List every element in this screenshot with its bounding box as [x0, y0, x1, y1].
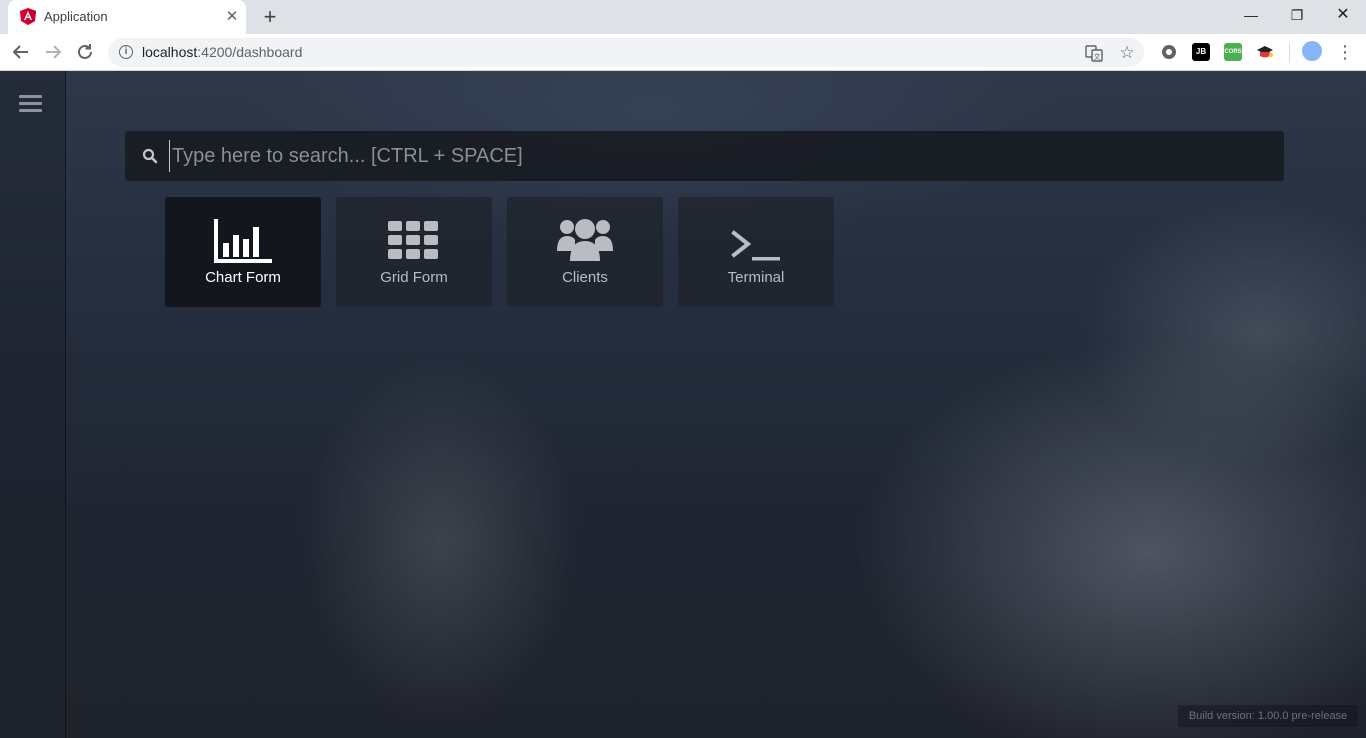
- restore-button[interactable]: ❐: [1274, 0, 1320, 30]
- tile-chart-form[interactable]: Chart Form: [165, 197, 321, 307]
- translate-icon[interactable]: 文: [1085, 44, 1103, 62]
- hamburger-menu-icon[interactable]: [19, 95, 42, 113]
- angular-favicon-icon: [20, 8, 36, 25]
- browser-menu-icon[interactable]: ⋮: [1336, 41, 1354, 63]
- browser-tab[interactable]: Application ✕: [8, 0, 246, 34]
- jb-extension-label: JB: [1195, 47, 1207, 56]
- search-input[interactable]: [169, 140, 1269, 172]
- tile-label: Terminal: [727, 269, 785, 286]
- build-version-label: Build version: 1.00.0 pre-release: [1178, 705, 1358, 727]
- profile-avatar[interactable]: [1302, 41, 1322, 61]
- url-path: :4200/dashboard: [197, 44, 303, 60]
- site-info-icon[interactable]: i: [119, 45, 133, 59]
- graduation-cap-extension-icon[interactable]: [1256, 43, 1274, 61]
- reload-icon: [78, 44, 92, 59]
- close-window-button[interactable]: ✕: [1320, 0, 1366, 30]
- reload-button[interactable]: [73, 40, 97, 64]
- cors-extension-label: CORS: [1224, 49, 1242, 55]
- jb-extension-icon[interactable]: JB: [1192, 43, 1210, 61]
- settings-extension-icon[interactable]: [1160, 43, 1178, 61]
- svg-text:文: 文: [1094, 52, 1101, 61]
- tile-clients[interactable]: Clients: [507, 197, 663, 307]
- grid-icon: [388, 221, 438, 259]
- new-tab-button[interactable]: +: [258, 6, 282, 28]
- search-bar: [125, 131, 1284, 181]
- tile-grid-form[interactable]: Grid Form: [336, 197, 492, 307]
- search-icon: [142, 148, 158, 164]
- tile-label: Clients: [562, 269, 608, 286]
- tile-label: Chart Form: [205, 269, 281, 286]
- back-button[interactable]: [9, 40, 33, 64]
- terminal-icon: [731, 230, 780, 261]
- tile-label: Grid Form: [380, 269, 448, 286]
- tab-close-icon[interactable]: ✕: [224, 9, 240, 25]
- forward-arrow-icon: [46, 45, 62, 59]
- tab-title: Application: [44, 9, 108, 24]
- address-bar[interactable]: i localhost:4200/dashboard 文 ☆: [108, 38, 1144, 67]
- cors-extension-icon[interactable]: CORS: [1224, 43, 1242, 61]
- bookmark-star-icon[interactable]: ☆: [1118, 44, 1136, 62]
- tile-terminal[interactable]: Terminal: [678, 197, 834, 307]
- app-viewport: Chart Form Grid Form Clients: [0, 71, 1366, 738]
- url-text[interactable]: localhost:4200/dashboard: [142, 44, 302, 60]
- forward-button[interactable]: [41, 40, 65, 64]
- url-host: localhost: [142, 44, 198, 60]
- back-arrow-icon: [12, 45, 28, 59]
- bar-chart-icon: [214, 219, 272, 263]
- browser-tab-strip: Application ✕ + — ❐ ✕: [0, 0, 1366, 34]
- toolbar-divider: [1289, 43, 1290, 63]
- users-icon: [557, 219, 613, 261]
- minimize-button[interactable]: —: [1228, 0, 1274, 30]
- sidebar: [0, 71, 66, 738]
- browser-toolbar: i localhost:4200/dashboard 文 ☆ JB CORS ⋮: [0, 34, 1366, 71]
